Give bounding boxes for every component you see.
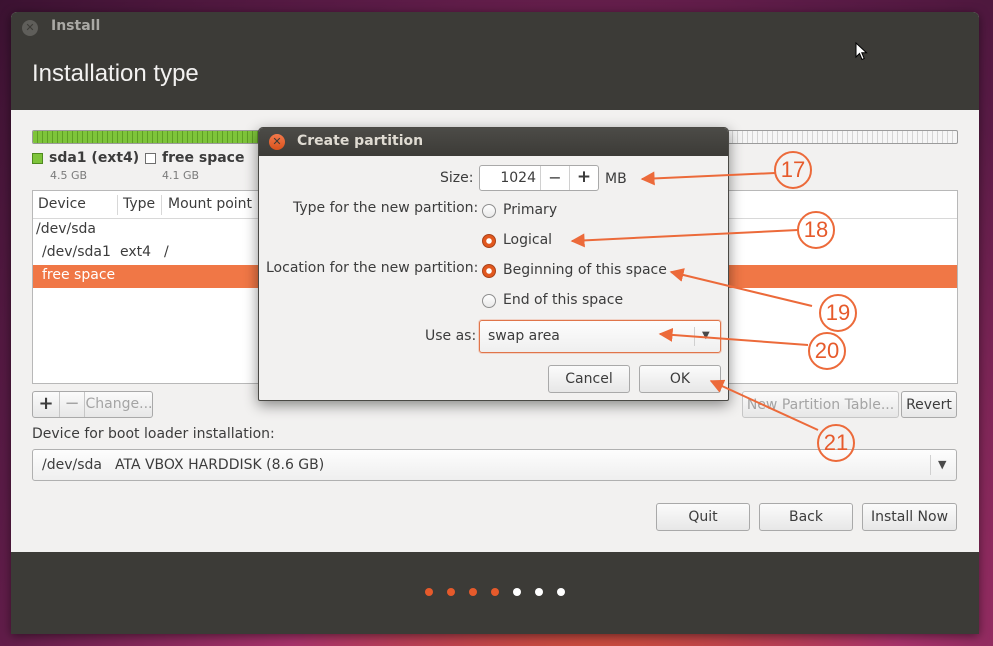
annotation-arrow bbox=[658, 327, 809, 346]
annotation-badge: 21 bbox=[817, 424, 855, 462]
annotation-badge: 17 bbox=[774, 151, 812, 189]
annotation-arrow bbox=[640, 171, 776, 186]
annotation-arrow bbox=[570, 229, 799, 248]
annotation-badge: 18 bbox=[797, 211, 835, 249]
annotation-arrow bbox=[669, 268, 813, 307]
annotation-badge: 20 bbox=[808, 332, 846, 370]
annotation-badge: 19 bbox=[819, 294, 857, 332]
annotation-arrow bbox=[709, 379, 819, 431]
